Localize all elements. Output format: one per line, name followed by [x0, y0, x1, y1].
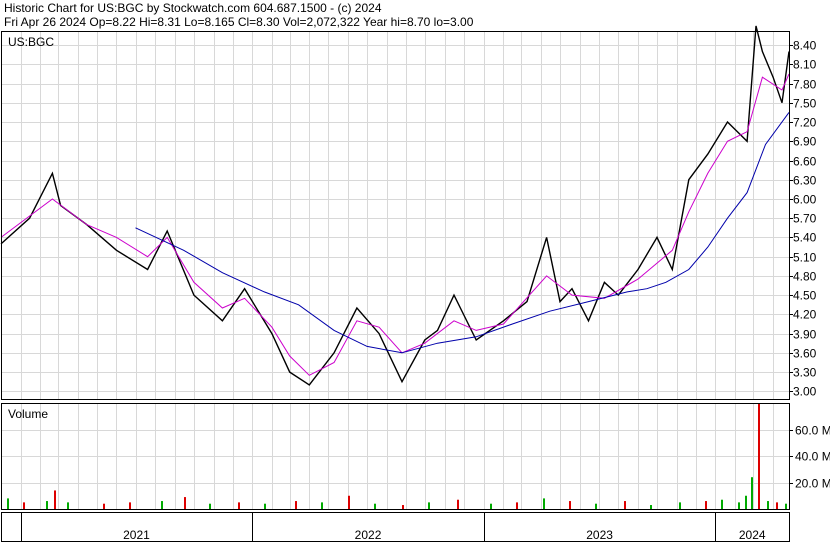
year-label: 2023	[586, 528, 613, 542]
year-label: 2022	[355, 528, 382, 542]
volume-bar	[161, 501, 163, 509]
volume-bar	[457, 499, 459, 509]
price-y-tick-label: 5.10	[793, 251, 817, 265]
price-y-tick-label: 6.30	[793, 174, 817, 188]
volume-bar	[543, 498, 545, 509]
volume-bar	[738, 502, 740, 509]
volume-bar	[679, 502, 681, 509]
price-y-tick-label: 4.50	[793, 289, 817, 303]
stock-chart: 8.40 8.10 7.80 7.50 7.20 6.90 6.60 6.30 6.00 5.70…	[0, 25, 830, 542]
volume-bar	[295, 501, 297, 509]
volume-bar	[209, 503, 211, 509]
volume-bar	[776, 502, 778, 509]
grid-lines	[1, 31, 789, 509]
price-y-tick-label: 8.10	[793, 58, 817, 72]
volume-bar	[767, 501, 769, 509]
volume-bar	[751, 477, 753, 509]
price-y-tick-label: 4.20	[793, 308, 817, 322]
volume-title: Volume	[8, 407, 48, 421]
price-y-tick-label: 7.50	[793, 97, 817, 111]
price-y-tick-label: 3.90	[793, 328, 817, 342]
price-y-tick-label: 8.40	[793, 39, 817, 53]
year-label: 2024	[739, 528, 766, 542]
volume-bar	[7, 498, 9, 509]
price-y-tick-label: 6.60	[793, 155, 817, 169]
volume-bar	[54, 490, 56, 509]
price-y-tick-label: 6.90	[793, 135, 817, 149]
symbol-label: US:BGC	[8, 35, 54, 49]
price-y-tick-label: 5.70	[793, 212, 817, 226]
price-series	[0, 25, 790, 386]
volume-bar	[67, 502, 69, 509]
volume-bar	[428, 502, 430, 509]
chart-window: Historic Chart for US:BGC by Stockwatch.…	[0, 0, 830, 543]
price-line	[0, 25, 790, 386]
price-y-tick-label: 4.80	[793, 270, 817, 284]
volume-bar	[238, 502, 240, 509]
price-y-tick-label: 3.00	[793, 385, 817, 399]
volume-bar	[569, 501, 571, 509]
chart-frames	[1, 31, 793, 542]
volume-y-tick-label: 20.0 M	[795, 477, 830, 491]
year-label: 2021	[123, 528, 150, 542]
volume-bar	[321, 502, 323, 509]
price-y-tick-label: 7.20	[793, 116, 817, 130]
volume-bar	[103, 503, 105, 509]
volume-bar	[129, 502, 131, 509]
short-moving-average-line	[0, 73, 790, 376]
volume-bar	[348, 495, 350, 509]
time-axis-frame	[1, 512, 790, 542]
price-y-tick-label: 7.80	[793, 78, 817, 92]
volume-bar	[46, 501, 48, 509]
price-y-tick-label: 6.00	[793, 193, 817, 207]
volume-bar	[23, 502, 25, 509]
volume-bar	[650, 505, 652, 509]
volume-bar	[758, 403, 760, 509]
volume-y-tick-label: 40.0 M	[795, 450, 830, 464]
volume-bar	[490, 503, 492, 509]
volume-y-tick-label: 60.0 M	[795, 424, 830, 438]
price-panel-frame	[1, 31, 790, 400]
volume-bar	[264, 503, 266, 509]
volume-bar	[721, 499, 723, 509]
volume-bar	[184, 497, 186, 509]
volume-bar	[402, 505, 404, 509]
volume-bar	[705, 501, 707, 509]
axis-labels: 8.40 8.10 7.80 7.50 7.20 6.90 6.60 6.30 6.00 5.70…	[8, 35, 830, 542]
volume-bar	[624, 501, 626, 509]
volume-bar	[516, 502, 518, 509]
volume-bar	[785, 503, 787, 509]
volume-bar	[595, 503, 597, 509]
price-y-tick-label: 3.30	[793, 366, 817, 380]
volume-bar	[374, 503, 376, 509]
price-y-tick-label: 5.40	[793, 231, 817, 245]
volume-bar	[745, 495, 747, 509]
price-y-tick-label: 3.60	[793, 347, 817, 361]
